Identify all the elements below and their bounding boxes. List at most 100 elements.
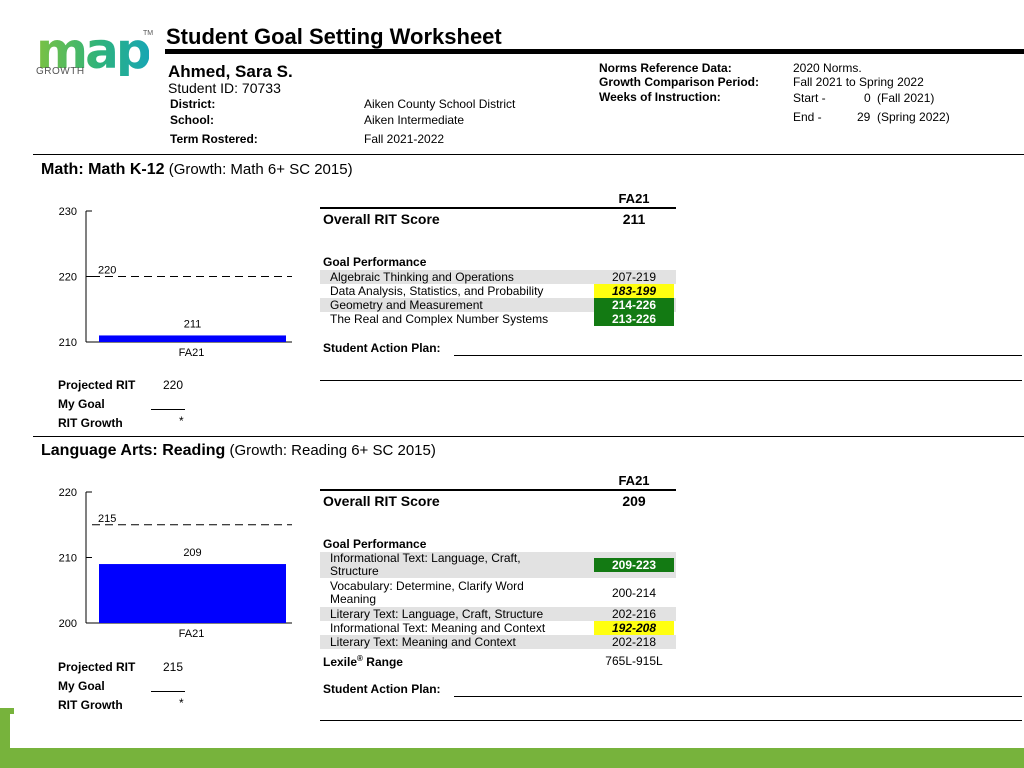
logo-growth-text: GROWTH bbox=[36, 66, 85, 77]
math-goal-blank[interactable] bbox=[151, 409, 185, 410]
math-chart-x-tick-label: FA21 bbox=[179, 347, 205, 359]
reading-goal-name-line: Meaning bbox=[330, 592, 377, 606]
reading-overall-score: 209 bbox=[622, 493, 646, 509]
reading-goal-range: 202-218 bbox=[611, 635, 657, 649]
reading-growth-value: * bbox=[179, 696, 184, 710]
reading-chart-y-tick-label: 220 bbox=[59, 487, 77, 499]
lexile-range-label: Lexile® Range bbox=[323, 654, 403, 669]
math-chart-projected-line-label: 220 bbox=[98, 265, 116, 277]
reading-projected-label: Projected RIT bbox=[58, 660, 136, 674]
math-growth-norms: (Growth: Math 6+ SC 2015) bbox=[168, 161, 353, 178]
reading-chart-y-tick-label: 200 bbox=[59, 618, 77, 630]
reading-table-rule bbox=[320, 489, 676, 491]
reading-goal-range: 202-216 bbox=[611, 607, 657, 621]
district-label: District: bbox=[170, 97, 216, 111]
reading-action-plan-line[interactable] bbox=[454, 696, 1022, 697]
reading-goal-name: Vocabulary: Determine, Clarify Word Mean… bbox=[330, 580, 524, 606]
page-title: Student Goal Setting Worksheet bbox=[166, 24, 502, 49]
math-growth-label: RIT Growth bbox=[58, 416, 123, 430]
math-chart-y-tick-label: 220 bbox=[59, 272, 77, 284]
school-label: School: bbox=[170, 113, 214, 127]
start-term: (Fall 2021) bbox=[877, 91, 935, 105]
section-divider bbox=[33, 436, 1024, 437]
reading-goal-name: Literary Text: Language, Craft, Structur… bbox=[330, 607, 544, 621]
reading-goal-label: My Goal bbox=[58, 679, 105, 693]
math-goal-range-below: 183-199 bbox=[594, 284, 674, 298]
math-growth-value: * bbox=[179, 414, 184, 428]
math-overall-score: 211 bbox=[622, 211, 646, 227]
reading-title: Language Arts: Reading bbox=[41, 442, 226, 459]
growth-period-value: Fall 2021 to Spring 2022 bbox=[793, 75, 924, 89]
reading-chart-bar-label: 209 bbox=[183, 547, 201, 559]
math-action-plan-line[interactable] bbox=[320, 380, 1022, 381]
reading-goal-name-line: Structure bbox=[330, 564, 379, 578]
start-label: Start - bbox=[793, 91, 826, 105]
math-action-plan-line[interactable] bbox=[454, 355, 1022, 356]
reading-growth-label: RIT Growth bbox=[58, 698, 123, 712]
math-goal-name: Algebraic Thinking and Operations bbox=[330, 270, 514, 284]
reading-action-plan-label: Student Action Plan: bbox=[323, 682, 441, 696]
math-goal-name: Data Analysis, Statistics, and Probabili… bbox=[330, 284, 544, 298]
math-term-header: FA21 bbox=[618, 191, 650, 206]
reading-goal-range-above: 209-223 bbox=[594, 558, 674, 572]
lexile-label-text: Lexile bbox=[323, 655, 358, 669]
norms-value: 2020 Norms. bbox=[793, 61, 862, 75]
end-label: End - bbox=[793, 110, 822, 124]
header-divider bbox=[33, 154, 1024, 155]
frame-accent-tick bbox=[10, 708, 14, 714]
reading-goal-range: 200-214 bbox=[611, 586, 657, 600]
reading-goal-name: Informational Text: Meaning and Context bbox=[330, 621, 546, 635]
math-projected-label: Projected RIT bbox=[58, 378, 136, 392]
math-chart-y-tick-label: 210 bbox=[59, 337, 77, 349]
math-action-plan-label: Student Action Plan: bbox=[323, 341, 441, 355]
reading-goal-name: Informational Text: Language, Craft, Str… bbox=[330, 552, 521, 578]
math-rit-chart: 230 220 210 220 211 FA21 bbox=[59, 206, 292, 359]
reading-growth-norms: (Growth: Reading 6+ SC 2015) bbox=[229, 442, 436, 459]
lexile-label-text: Range bbox=[362, 655, 403, 669]
math-section-header: Math: Math K-12 (Growth: Math 6+ SC 2015… bbox=[41, 161, 353, 179]
math-goal-name: Geometry and Measurement bbox=[330, 298, 483, 312]
reading-section-header: Language Arts: Reading (Growth: Reading … bbox=[41, 442, 436, 460]
frame-accent-bottom bbox=[0, 748, 1024, 768]
math-goal-range-above: 213-226 bbox=[594, 312, 674, 326]
school-value: Aiken Intermediate bbox=[364, 113, 465, 127]
math-chart-bar-label: 211 bbox=[184, 318, 202, 330]
math-goal-range-above: 214-226 bbox=[594, 298, 674, 312]
reading-term-header: FA21 bbox=[618, 473, 650, 488]
lexile-range-value: 765L-915L bbox=[605, 654, 663, 668]
start-value: 0 bbox=[864, 91, 871, 105]
math-chart-y-tick-label: 230 bbox=[59, 206, 77, 218]
math-goal-label: My Goal bbox=[58, 397, 105, 411]
reading-chart-x-tick-label: FA21 bbox=[179, 628, 205, 640]
math-title: Math: Math K-12 bbox=[41, 161, 165, 178]
reading-action-plan-line[interactable] bbox=[320, 720, 1022, 721]
math-chart-bar bbox=[99, 335, 286, 342]
weeks-label: Weeks of Instruction: bbox=[599, 90, 721, 104]
student-id: Student ID: 70733 bbox=[168, 80, 281, 96]
end-value: 29 bbox=[857, 110, 871, 124]
norms-label: Norms Reference Data: bbox=[599, 61, 732, 75]
reading-chart-projected-line-label: 215 bbox=[98, 513, 116, 525]
math-goal-range: 207-219 bbox=[611, 270, 657, 284]
reading-chart-bar bbox=[99, 564, 286, 623]
math-goal-performance-header: Goal Performance bbox=[323, 255, 427, 269]
math-projected-value: 220 bbox=[163, 378, 184, 392]
math-overall-label: Overall RIT Score bbox=[323, 211, 440, 227]
term-label: Term Rostered: bbox=[170, 132, 258, 146]
district-value: Aiken County School District bbox=[364, 97, 516, 111]
term-value: Fall 2021-2022 bbox=[364, 132, 445, 146]
reading-rit-chart: 220 210 200 215 209 FA21 bbox=[59, 487, 292, 640]
growth-period-label: Growth Comparison Period: bbox=[599, 75, 760, 89]
reading-overall-label: Overall RIT Score bbox=[323, 493, 440, 509]
math-table-rule bbox=[320, 207, 676, 209]
reading-goal-name: Literary Text: Meaning and Context bbox=[330, 635, 516, 649]
reading-projected-value: 215 bbox=[163, 660, 184, 674]
reading-chart-y-tick-label: 210 bbox=[59, 553, 77, 565]
reading-goal-blank[interactable] bbox=[151, 691, 185, 692]
reading-goal-performance-header: Goal Performance bbox=[323, 537, 427, 551]
end-term: (Spring 2022) bbox=[877, 110, 950, 124]
reading-goal-range-below: 192-208 bbox=[594, 621, 674, 635]
title-rule bbox=[165, 49, 1024, 54]
logo-trademark: TM bbox=[143, 30, 154, 37]
math-goal-name: The Real and Complex Number Systems bbox=[330, 312, 549, 326]
